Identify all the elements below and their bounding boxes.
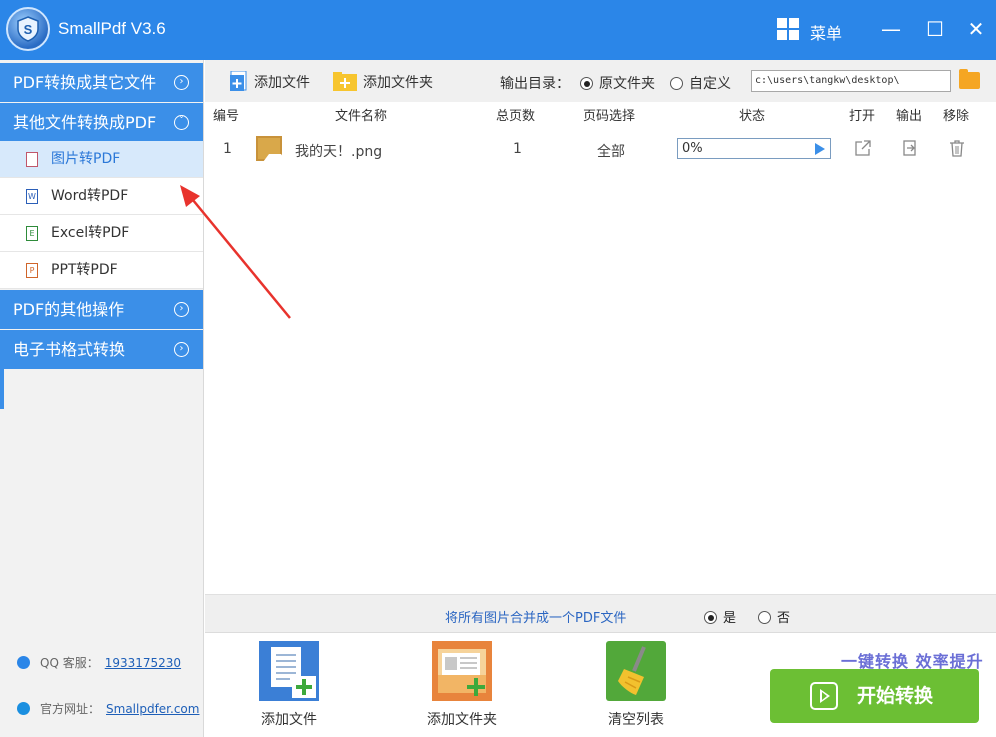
row-pages: 1: [513, 141, 522, 157]
website-contact: 官方网址： Smallpdfer.com: [17, 700, 199, 717]
image-file-icon: [256, 136, 287, 162]
output-directory-label: 输出目录：: [500, 76, 570, 92]
output-icon[interactable]: [901, 139, 919, 157]
radio-label: 原文件夹: [599, 76, 655, 92]
add-folder-large-icon: [432, 641, 492, 701]
row-index: 1: [223, 141, 232, 157]
col-page-select: 页码选择: [583, 109, 636, 124]
sidebar-accent-strip: [0, 369, 4, 409]
merge-option-bar: 将所有图片合并成一个PDF文件 是 否: [205, 594, 996, 633]
ie-icon: [17, 702, 30, 715]
radio-label: 是: [723, 611, 737, 626]
col-open: 打开: [849, 109, 876, 124]
radio-original-folder[interactable]: 原文件夹: [580, 73, 655, 93]
app-logo-icon: S: [6, 7, 50, 51]
radio-selected-icon: [580, 77, 593, 90]
big-add-file-button[interactable]: 添加文件: [239, 641, 339, 729]
broom-icon: [606, 641, 666, 701]
status-progress-bar: 0%: [677, 138, 831, 159]
add-file-label: 添加文件: [254, 75, 310, 91]
trash-icon[interactable]: [948, 139, 966, 157]
play-icon: [810, 682, 838, 710]
toolbar: 添加文件 添加文件夹 输出目录： 原文件夹 自定义 c:\users\tangk…: [205, 60, 996, 102]
merge-yes-radio[interactable]: 是: [704, 607, 736, 626]
start-convert-button[interactable]: 开始转换: [770, 669, 979, 723]
start-convert-label: 开始转换: [857, 685, 934, 707]
col-remove: 移除: [943, 109, 970, 124]
image-file-icon: [26, 152, 38, 167]
minimize-button[interactable]: —: [876, 14, 906, 44]
sidebar-item-label: Excel转PDF: [51, 225, 130, 241]
maximize-button[interactable]: ☐: [920, 14, 950, 44]
sidebar-item-image-to-pdf[interactable]: 图片转PDF: [0, 141, 203, 178]
qq-number-link[interactable]: 1933175230: [105, 656, 181, 670]
excel-file-icon: E: [26, 226, 38, 241]
sidebar-group-label: 其他文件转换成PDF: [13, 113, 157, 132]
website-label: 官方网址：: [40, 702, 101, 716]
chevron-right-icon: ›: [174, 75, 189, 90]
radio-selected-icon: [704, 611, 717, 624]
sidebar-group-ebook[interactable]: 电子书格式转换 ›: [0, 330, 203, 369]
qq-contact: QQ 客服： 1933175230: [17, 654, 181, 671]
chevron-down-icon: ˇ: [174, 115, 189, 130]
chevron-right-icon: ›: [174, 342, 189, 357]
big-add-file-label: 添加文件: [261, 712, 317, 728]
menu-grid-icon[interactable]: [777, 18, 799, 40]
col-filename: 文件名称: [335, 109, 388, 124]
row-filename: 我的天！.png: [295, 144, 383, 160]
add-file-large-icon: [259, 641, 319, 701]
close-button[interactable]: ✕: [961, 14, 991, 44]
add-folder-label: 添加文件夹: [363, 75, 433, 91]
browse-folder-icon[interactable]: [959, 69, 980, 89]
bottom-action-bar: 添加文件 添加文件夹 清空列表 一键转换 效率提升 开始转换: [205, 633, 996, 737]
word-file-icon: W: [26, 189, 38, 204]
radio-empty-icon: [758, 611, 771, 624]
annotation-arrow-icon: [180, 185, 291, 319]
sidebar: PDF转换成其它文件 › 其他文件转换成PDF ˇ 图片转PDF W Word转…: [0, 60, 204, 737]
output-path-input[interactable]: c:\users\tangkw\desktop\: [751, 70, 951, 92]
clear-list-label: 清空列表: [608, 712, 664, 728]
sidebar-item-label: 图片转PDF: [51, 151, 121, 167]
big-add-folder-label: 添加文件夹: [427, 712, 497, 728]
sidebar-group-label: PDF的其他操作: [13, 300, 125, 319]
sidebar-group-pdf-to-other[interactable]: PDF转换成其它文件 ›: [0, 63, 203, 102]
svg-text:S: S: [24, 22, 33, 37]
title-bar: S SmallPdf V3.6 菜单 — ☐ ✕: [0, 0, 996, 60]
add-folder-button[interactable]: 添加文件夹: [333, 71, 433, 92]
merge-no-radio[interactable]: 否: [758, 607, 790, 626]
radio-empty-icon: [670, 77, 683, 90]
add-file-icon: [230, 70, 248, 91]
radio-custom-folder[interactable]: 自定义: [670, 73, 731, 93]
col-index: 编号: [213, 109, 240, 124]
table-row[interactable]: 1 我的天！.png 1 全部 0%: [205, 128, 996, 170]
radio-label: 自定义: [689, 76, 731, 92]
clear-list-button[interactable]: 清空列表: [586, 641, 686, 729]
menu-button[interactable]: 菜单: [810, 20, 842, 44]
big-add-folder-button[interactable]: 添加文件夹: [412, 641, 512, 729]
ppt-file-icon: P: [26, 263, 38, 278]
add-folder-icon: [333, 71, 357, 91]
table-header: 编号 文件名称 总页数 页码选择 状态 打开 输出 移除: [205, 102, 996, 124]
row-page-select[interactable]: 全部: [597, 141, 625, 161]
play-icon[interactable]: [815, 143, 825, 155]
sidebar-group-other-to-pdf[interactable]: 其他文件转换成PDF ˇ: [0, 103, 203, 142]
qq-icon: [17, 656, 30, 669]
open-external-icon[interactable]: [854, 139, 872, 157]
qq-label: QQ 客服：: [40, 656, 99, 670]
sidebar-group-label: 电子书格式转换: [13, 340, 126, 359]
sidebar-item-label: Word转PDF: [51, 188, 129, 204]
col-status: 状态: [739, 109, 766, 124]
app-title: SmallPdf V3.6: [58, 19, 166, 38]
progress-text: 0%: [682, 141, 703, 156]
radio-label: 否: [777, 611, 791, 626]
sidebar-group-label: PDF转换成其它文件: [13, 73, 157, 92]
add-file-button[interactable]: 添加文件: [230, 70, 310, 92]
merge-label: 将所有图片合并成一个PDF文件: [445, 611, 627, 626]
website-link[interactable]: Smallpdfer.com: [106, 702, 199, 716]
sidebar-item-label: PPT转PDF: [51, 262, 118, 278]
col-pages: 总页数: [496, 109, 536, 124]
col-output: 输出: [896, 109, 923, 124]
